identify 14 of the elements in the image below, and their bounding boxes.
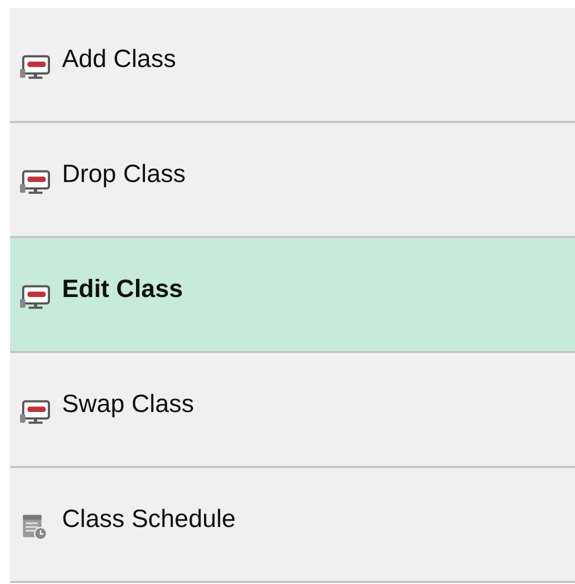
menu-label: Drop Class (62, 159, 186, 189)
menu-item[interactable]: Class Schedule (10, 468, 575, 583)
menu-item[interactable]: Edit Class (10, 238, 575, 353)
monitor-icon (20, 169, 50, 195)
menu-item[interactable]: Add Class (10, 8, 575, 123)
monitor-icon (20, 284, 50, 310)
monitor-icon (20, 399, 50, 425)
menu-label: Class Schedule (62, 504, 236, 534)
menu-item[interactable]: Drop Class (10, 123, 575, 238)
monitor-icon (20, 54, 50, 80)
menu-label: Edit Class (62, 274, 183, 304)
menu-item[interactable]: Swap Class (10, 353, 575, 468)
menu-label: Swap Class (62, 389, 194, 419)
menu-label: Add Class (62, 44, 176, 74)
